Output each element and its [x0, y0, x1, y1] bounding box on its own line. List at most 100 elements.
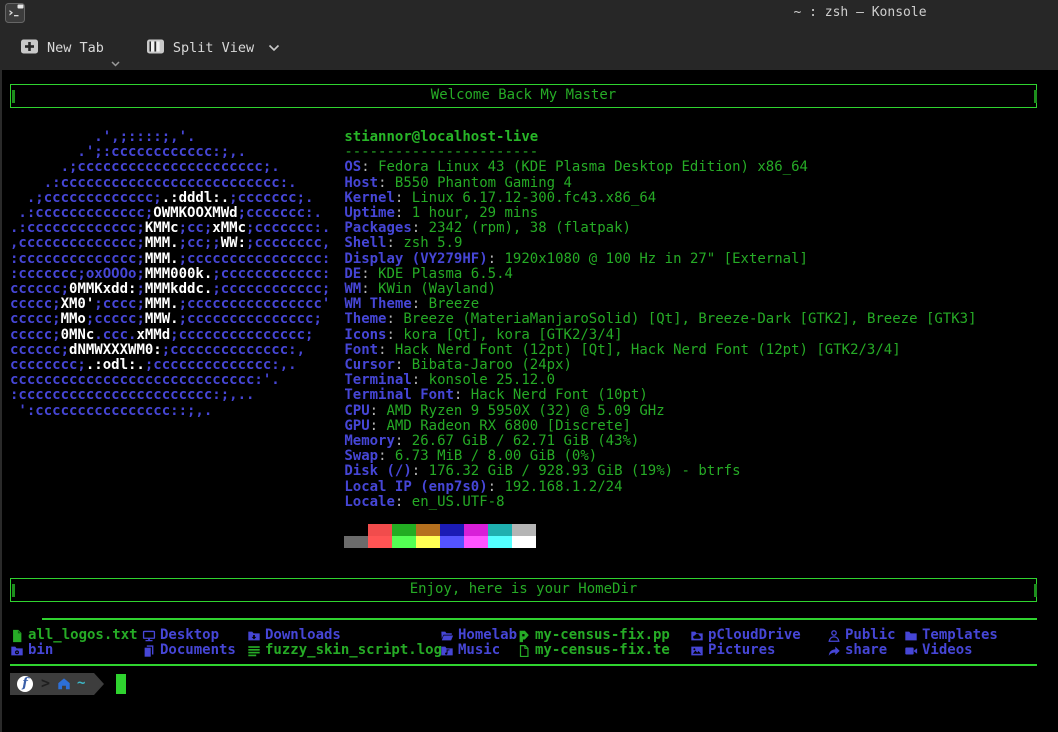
prompt-separator-icon: > [38, 673, 53, 695]
fedora-logo-icon: f [17, 676, 33, 692]
video-icon [904, 644, 918, 658]
info-line: WM: KWin (Wayland) [344, 282, 976, 297]
palette-color-block [464, 524, 488, 536]
info-line: Terminal: konsole 25.12.0 [344, 373, 976, 388]
new-tab-chevron-icon[interactable] [111, 61, 120, 67]
file-entry: all_logos.txt [10, 628, 142, 643]
directory-entry: bin [10, 643, 142, 658]
file-entry: my-census-fix.pp [517, 628, 690, 643]
homedir-banner-text: Enjoy, here is your HomeDir [410, 582, 638, 597]
palette-color-block [488, 524, 512, 536]
info-line: Local IP (enp7s0): 192.168.1.2/24 [344, 480, 976, 495]
info-line: Terminal Font: Hack Nerd Font (10pt) [344, 388, 976, 403]
info-line: Host: B550 Phantom Gaming 4 [344, 176, 976, 191]
terminal-color-palette [344, 524, 976, 548]
folder-gear-icon [10, 644, 24, 658]
fedora-ascii-art: .',;::::;,'. .';:cccccccccccc:;,. .;cccc… [10, 130, 330, 548]
entry-name: pCloudDrive [708, 628, 801, 643]
fastfetch-output: .',;::::;,'. .';:cccccccccccc:;,. .;cccc… [10, 130, 1058, 548]
split-view-icon [146, 38, 165, 59]
palette-color-block [464, 536, 488, 548]
terminal-viewport[interactable]: Welcome Back My Master .',;::::;,'. .';:… [0, 70, 1058, 732]
entry-name: Videos [922, 643, 973, 658]
directory-entry: Pictures [690, 643, 827, 658]
entry-name: Templates [922, 628, 998, 643]
file-column: pCloudDrivePictures [690, 628, 827, 658]
file-column: my-census-fix.ppmy-census-fix.te [517, 628, 690, 658]
entry-name: Desktop [160, 628, 219, 643]
file-column: HomelabMusic [440, 628, 517, 658]
file-outline-icon [517, 644, 531, 658]
powerline-arrow-icon [94, 673, 104, 695]
entry-name: Downloads [265, 628, 341, 643]
file-column: Downloadsfuzzy_skin_script.log [247, 628, 440, 658]
info-line: Disk (/): 176.32 GiB / 928.93 GiB (19%) … [344, 464, 976, 479]
puppet-icon [517, 629, 531, 643]
info-line: Locale: en_US.UTF-8 [344, 495, 976, 510]
monitor-icon [142, 629, 156, 643]
folder-icon [904, 629, 918, 643]
palette-color-block [392, 524, 416, 536]
file-entry: my-census-fix.te [517, 643, 690, 658]
folder-music-icon [440, 644, 454, 658]
directory-entry: Desktop [142, 628, 247, 643]
entry-name: Music [458, 643, 500, 658]
prompt-cwd: ~ [77, 676, 85, 691]
directory-entry: share [827, 643, 904, 658]
palette-color-block [368, 524, 392, 536]
entry-name: my-census-fix.pp [535, 628, 670, 643]
info-line: Icons: kora [Qt], kora [GTK2/3/4] [344, 328, 976, 343]
file-column: Publicshare [827, 628, 904, 658]
folder-open-icon [440, 629, 454, 643]
info-line: Font: Hack Nerd Font (12pt) [Qt], Hack N… [344, 343, 976, 358]
title-bar[interactable]: ~ : zsh — Konsole [0, 0, 1058, 26]
file-column: DesktopDocuments [142, 628, 247, 658]
info-line: Theme: Breeze (MateriaManjaroSolid) [Qt]… [344, 312, 976, 327]
split-view-button[interactable]: Split View [144, 34, 294, 63]
palette-color-block [440, 524, 464, 536]
welcome-banner-text: Welcome Back My Master [431, 88, 616, 103]
tab-bar: New Tab Split View [0, 26, 1058, 70]
entry-name: Homelab [458, 628, 517, 643]
directory-entry: Documents [142, 643, 247, 658]
info-line: Shell: zsh 5.9 [344, 236, 976, 251]
info-line: Packages: 2342 (rpm), 38 (flatpak) [344, 221, 976, 236]
palette-color-block [344, 536, 368, 548]
entry-name: fuzzy_skin_script.log [265, 643, 442, 658]
split-view-label: Split View [173, 40, 254, 56]
file-entry: fuzzy_skin_script.log [247, 643, 440, 658]
palette-color-block [368, 536, 392, 548]
directory-entry: Public [827, 628, 904, 643]
konsole-app-icon[interactable] [5, 3, 25, 23]
info-line: CPU: AMD Ryzen 9 5950X (32) @ 5.09 GHz [344, 404, 976, 419]
directory-entry: pCloudDrive [690, 628, 827, 643]
prompt-os-segment: f [10, 673, 38, 695]
new-tab-button[interactable]: New Tab [18, 34, 118, 63]
entry-name: Documents [160, 643, 236, 658]
info-line: WM Theme: Breeze [344, 297, 976, 312]
entry-name: Public [845, 628, 896, 643]
share-arrow-icon [827, 644, 841, 658]
split-view-chevron-icon[interactable] [268, 44, 280, 52]
terminal-cursor[interactable] [116, 674, 126, 694]
info-line: Memory: 26.67 GiB / 62.71 GiB (43%) [344, 434, 976, 449]
info-line: OS: Fedora Linux 43 (KDE Plasma Desktop … [344, 160, 976, 175]
home-directory-listing: all_logos.txtbinDesktopDocumentsDownload… [10, 628, 1058, 658]
window-title: ~ : zsh — Konsole [740, 5, 980, 20]
file-column: TemplatesVideos [904, 628, 1044, 658]
info-line: Cursor: Bibata-Jaroo (24px) [344, 358, 976, 373]
folder-image-icon [690, 644, 704, 658]
person-icon [827, 629, 841, 643]
folder-download-icon [247, 629, 261, 643]
homedir-banner: Enjoy, here is your HomeDir [10, 578, 1037, 602]
palette-color-block [512, 536, 536, 548]
info-line: Display (VY279HF): 1920x1080 @ 100 Hz in… [344, 252, 976, 267]
folder-cloud-icon [690, 629, 704, 643]
entry-name: bin [28, 643, 53, 658]
entry-name: share [845, 643, 887, 658]
info-line: Kernel: Linux 6.17.12-300.fc43.x86_64 [344, 191, 976, 206]
fetch-user-host: stiannor@localhost-live [344, 130, 976, 145]
info-line: GPU: AMD Radeon RX 6800 [Discrete] [344, 419, 976, 434]
welcome-banner: Welcome Back My Master [10, 84, 1037, 108]
directory-entry: Music [440, 643, 517, 658]
